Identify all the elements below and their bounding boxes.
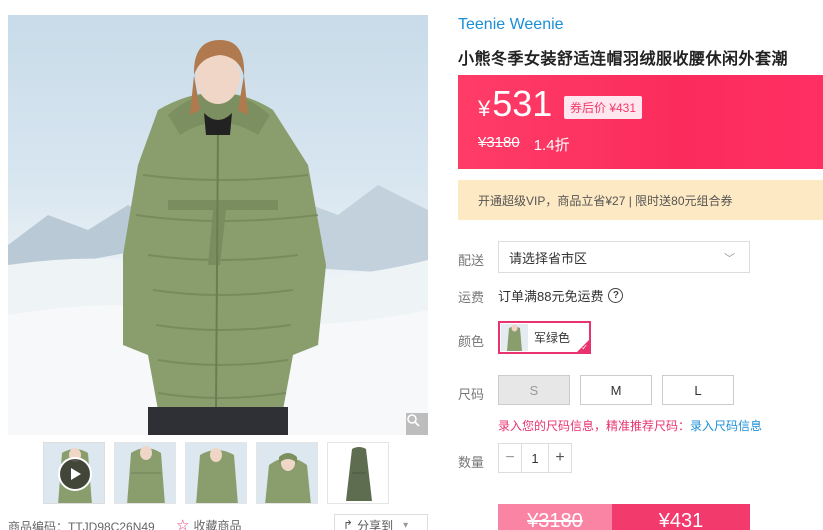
original-price: ¥3180: [478, 134, 520, 151]
color-swatch: [501, 324, 528, 351]
quantity-stepper: − 1 +: [498, 443, 572, 473]
favorite-button[interactable]: ☆ 收藏商品: [176, 516, 241, 530]
size-option-m[interactable]: M: [580, 375, 652, 405]
current-price-value: 531: [492, 83, 553, 124]
favorite-label: 收藏商品: [193, 518, 242, 530]
chevron-down-icon: ▾: [403, 519, 409, 530]
thumbnail-video[interactable]: [43, 442, 105, 504]
delivery-label: 配送: [458, 253, 485, 268]
zoom-icon[interactable]: [406, 413, 428, 435]
star-icon: ☆: [176, 517, 190, 530]
brand-link[interactable]: Teenie Weenie: [458, 16, 564, 34]
color-option-label: 军绿色: [534, 331, 571, 345]
shipping-info: 订单满88元免运费 ?: [498, 286, 624, 305]
thumbnail-5[interactable]: [327, 442, 389, 504]
buy-coupon-price-button[interactable]: ¥431: [612, 504, 750, 530]
region-select-placeholder: 请选择省市区: [509, 250, 588, 266]
discount-rate: 1.4折: [533, 137, 570, 154]
quantity-minus-button[interactable]: −: [498, 443, 522, 473]
size-label: 尺码: [458, 387, 485, 402]
region-select[interactable]: 请选择省市区 ﹀: [498, 241, 750, 273]
quantity-label: 数量: [458, 455, 485, 470]
share-button[interactable]: ↱ 分享到 ▾: [334, 514, 428, 530]
buy-original-price-button[interactable]: ¥3180: [498, 504, 612, 530]
play-icon[interactable]: [58, 457, 92, 491]
sku-code: 商品编码：TTJD98C26N49: [8, 520, 155, 530]
shipping-text: 订单满88元免运费: [498, 289, 604, 304]
original-price-row: ¥3180 1.4折: [478, 134, 570, 155]
size-recommend-link[interactable]: 录入尺码信息: [690, 419, 762, 433]
price-box: ¥ 531 券后价 ¥431 ¥3180 1.4折: [458, 75, 823, 169]
share-label: 分享到: [357, 518, 394, 530]
currency-symbol: ¥: [478, 96, 491, 121]
thumbnail-4[interactable]: [256, 442, 318, 504]
size-recommend-text: 录入您的尺码信息，精准推荐尺码：: [498, 419, 691, 433]
size-option-s[interactable]: S: [498, 375, 570, 405]
coupon-badge[interactable]: 券后价 ¥431: [564, 96, 643, 119]
thumbnail-2[interactable]: [114, 442, 176, 504]
thumbnail-3[interactable]: [185, 442, 247, 504]
model-photo: [8, 40, 428, 435]
size-recommend: 录入您的尺码信息，精准推荐尺码：录入尺码信息: [498, 417, 762, 434]
vip-banner[interactable]: 开通超级VIP，商品立省¥27 | 限时送80元组合券: [458, 180, 823, 220]
share-icon: ↱: [343, 518, 354, 530]
shipping-label: 运费: [458, 290, 485, 305]
color-label: 颜色: [458, 334, 485, 349]
current-price: ¥ 531: [478, 83, 552, 125]
quantity-input[interactable]: 1: [522, 443, 548, 473]
check-icon: ✓: [581, 343, 588, 352]
help-icon[interactable]: ?: [608, 288, 624, 303]
product-page: 商品编码：TTJD98C26N49 ☆ 收藏商品 ↱ 分享到 ▾ Teenie …: [0, 0, 823, 530]
product-main-image[interactable]: [8, 15, 428, 435]
size-option-l[interactable]: L: [662, 375, 734, 405]
thumbnail-strip: [43, 442, 389, 504]
chevron-down-icon: ﹀: [724, 253, 735, 265]
quantity-plus-button[interactable]: +: [548, 443, 572, 473]
color-option-green[interactable]: 军绿色 ✓: [498, 321, 591, 354]
product-title: 小熊冬季女装舒适连帽羽绒服收腰休闲外套潮: [458, 51, 789, 68]
